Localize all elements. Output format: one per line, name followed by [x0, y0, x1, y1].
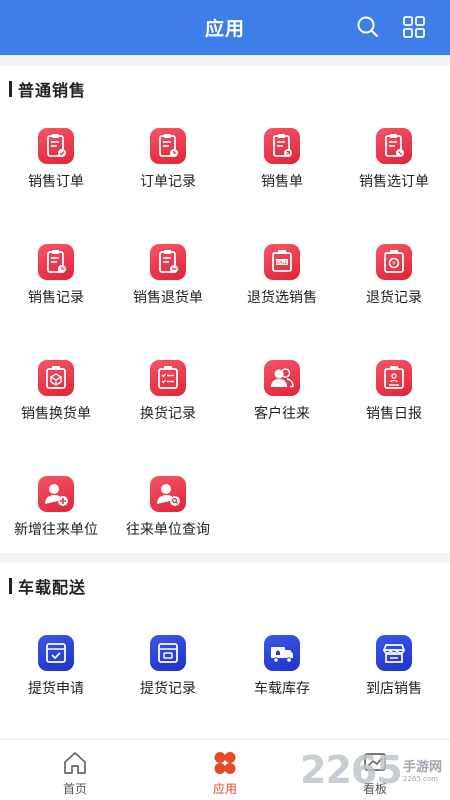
tile-exchange-record[interactable]: 换货记录: [112, 360, 224, 444]
sales-select-order-icon: [376, 128, 412, 164]
tile-label: 销售订单: [28, 174, 84, 190]
exchange-record-icon: [150, 360, 186, 396]
tile-customer-contacts[interactable]: 客户往来: [226, 360, 338, 444]
tile-label: 提货申请: [28, 681, 84, 697]
tile-pickup-request[interactable]: 提货申请: [0, 635, 112, 719]
section-marker: [9, 578, 12, 594]
tile-sales-record[interactable]: 销售记录: [0, 244, 112, 328]
tab-label: 应用: [212, 782, 237, 796]
add-partner-icon: [38, 476, 74, 512]
tile-sales-slip[interactable]: 销售单: [226, 128, 338, 212]
sales-record-icon: [38, 244, 74, 280]
tab-dashboard[interactable]: 看板: [300, 740, 450, 800]
tile-sales-select-order[interactable]: 销售选订单: [338, 128, 450, 212]
tile-label: 订单记录: [140, 174, 196, 190]
tab-apps[interactable]: 应用: [150, 740, 300, 800]
tab-label: 看板: [362, 782, 387, 796]
sales-slip-icon: [264, 128, 300, 164]
customer-contacts-icon: [264, 360, 300, 396]
tab-label: 首页: [62, 782, 87, 796]
sales-order-icon: [38, 128, 74, 164]
home-icon: [64, 752, 86, 774]
tab-home[interactable]: 首页: [0, 740, 150, 800]
tile-label: 往来单位查询: [126, 522, 210, 538]
tile-vehicle-inventory[interactable]: 车载库存: [226, 635, 338, 719]
tile-label: 车载库存: [254, 681, 310, 697]
tile-label: 销售记录: [28, 290, 84, 306]
sales-return-icon: [150, 244, 186, 280]
app-screen: 应用 普通销售 销售订单 订单记录 销售单 销售选订单 销售记录 销售退货单 S…: [0, 0, 450, 800]
page-title: 应用: [204, 18, 245, 40]
pickup-record-icon: [150, 635, 186, 671]
tile-label: 换货记录: [140, 406, 196, 422]
apps-icon: [214, 752, 236, 774]
tile-sales-exchange[interactable]: 销售换货单: [0, 360, 112, 444]
bottom-tab-bar: 首页 应用 看板: [0, 739, 450, 800]
return-record-icon: ¥: [376, 244, 412, 280]
section-marker: [9, 81, 12, 97]
tile-label: 销售单: [261, 174, 303, 190]
tile-label: 到店销售: [366, 681, 422, 697]
tile-label: 销售退货单: [133, 290, 203, 306]
svg-text:SALE: SALE: [276, 260, 288, 266]
tile-label: 销售选订单: [359, 174, 429, 190]
tile-pickup-record[interactable]: 提货记录: [112, 635, 224, 719]
tile-order-record[interactable]: 订单记录: [112, 128, 224, 212]
search-icon[interactable]: [355, 14, 381, 40]
dashboard-icon: [364, 753, 386, 771]
section-general-sales: 普通销售 销售订单 订单记录 销售单 销售选订单 销售记录 销售退货单 SALE…: [0, 66, 450, 553]
partner-search-icon: [150, 476, 186, 512]
tile-sales-order[interactable]: 销售订单: [0, 128, 112, 212]
return-select-sale-icon: SALE: [264, 244, 300, 280]
pickup-request-icon: [38, 635, 74, 671]
top-bar: 应用: [0, 0, 450, 55]
vehicle-inventory-icon: [264, 635, 300, 671]
section-title: 普通销售: [18, 81, 87, 100]
section-title: 车载配送: [18, 578, 87, 597]
tile-label: 销售日报: [366, 406, 422, 422]
order-record-icon: [150, 128, 186, 164]
tile-in-store-sale[interactable]: 到店销售: [338, 635, 450, 719]
section-header: 车载配送: [9, 574, 86, 598]
tile-sales-daily-report[interactable]: 销售日报: [338, 360, 450, 444]
tile-label: 退货选销售: [247, 290, 317, 306]
tile-add-partner[interactable]: 新增往来单位: [0, 476, 112, 560]
tile-partner-search[interactable]: 往来单位查询: [112, 476, 224, 560]
grid-menu-icon[interactable]: [401, 14, 427, 40]
sales-exchange-icon: [38, 360, 74, 396]
tile-return-record[interactable]: ¥ 退货记录: [338, 244, 450, 328]
tile-label: 客户往来: [254, 406, 310, 422]
sales-daily-report-icon: [376, 360, 412, 396]
section-vehicle-delivery: 车载配送 提货申请 提货记录 车载库存 到店销售: [0, 563, 450, 739]
in-store-sale-icon: [376, 635, 412, 671]
section-header: 普通销售: [9, 77, 86, 101]
tile-sales-return[interactable]: 销售退货单: [112, 244, 224, 328]
tile-label: 提货记录: [140, 681, 196, 697]
tile-label: 新增往来单位: [14, 522, 98, 538]
tile-label: 销售换货单: [21, 406, 91, 422]
tile-return-select-sale[interactable]: SALE 退货选销售: [226, 244, 338, 328]
tile-label: 退货记录: [366, 290, 422, 306]
svg-text:¥: ¥: [392, 261, 395, 267]
